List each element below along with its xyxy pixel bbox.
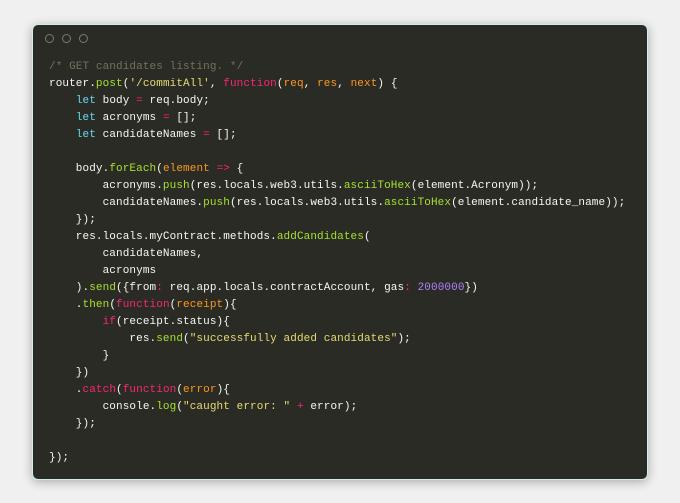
tok: catch	[83, 384, 117, 396]
tok: candidateNames,	[49, 248, 203, 260]
tok	[49, 129, 76, 141]
tok: (res.locals.web3.utils.	[190, 180, 344, 192]
tok: forEach	[109, 163, 156, 175]
tok: ).	[49, 282, 89, 294]
tok: candidateNames	[96, 129, 203, 141]
tok: router	[49, 78, 89, 90]
tok: if	[103, 316, 116, 328]
tok	[49, 316, 103, 328]
tok: +	[297, 401, 304, 413]
tok	[49, 95, 76, 107]
tok: );	[397, 333, 410, 345]
tok: send	[89, 282, 116, 294]
tok: req.body;	[143, 95, 210, 107]
tok: .	[89, 78, 96, 90]
tok: });	[49, 418, 96, 430]
tok: let	[76, 129, 96, 141]
code-comment: /* GET candidates listing. */	[49, 61, 243, 73]
tok: (	[277, 78, 284, 90]
tok: :	[404, 282, 411, 294]
traffic-light-minimize-icon[interactable]	[62, 34, 71, 43]
tok: ({from	[116, 282, 156, 294]
tok: (	[156, 163, 163, 175]
tok: console.	[49, 401, 156, 413]
tok: })	[465, 282, 478, 294]
tok: asciiToHex	[384, 197, 451, 209]
tok: req.app.locals.contractAccount, gas	[163, 282, 404, 294]
tok: error	[183, 384, 217, 396]
code-snippet: /* GET candidates listing. */ router.pos…	[33, 53, 647, 477]
tok: let	[76, 112, 96, 124]
tok: send	[156, 333, 183, 345]
tok	[210, 163, 217, 175]
tok: acronyms	[49, 265, 156, 277]
tok: =>	[217, 163, 230, 175]
tok: .	[49, 384, 83, 396]
window-titlebar	[33, 25, 647, 53]
tok: res.	[49, 333, 156, 345]
tok: (	[116, 384, 123, 396]
tok: [];	[170, 112, 197, 124]
tok: next	[351, 78, 378, 90]
tok: ,	[304, 78, 317, 90]
tok: "successfully added candidates"	[190, 333, 398, 345]
tok: (element.candidate_name));	[451, 197, 625, 209]
tok: push	[163, 180, 190, 192]
tok: [];	[210, 129, 237, 141]
tok: let	[76, 95, 96, 107]
tok: (	[183, 333, 190, 345]
tok: error);	[304, 401, 358, 413]
tok: {	[230, 163, 243, 175]
tok: then	[83, 299, 110, 311]
tok: function	[116, 299, 170, 311]
code-window: /* GET candidates listing. */ router.pos…	[32, 24, 648, 480]
tok: =	[203, 129, 210, 141]
tok: acronyms	[96, 112, 163, 124]
tok: acronyms.	[49, 180, 163, 192]
tok: })	[49, 367, 89, 379]
tok: post	[96, 78, 123, 90]
tok: (element.Acronym));	[411, 180, 538, 192]
traffic-light-close-icon[interactable]	[45, 34, 54, 43]
tok: .	[49, 299, 83, 311]
tok: asciiToHex	[344, 180, 411, 192]
tok: :	[156, 282, 163, 294]
tok: receipt	[176, 299, 223, 311]
tok: }	[49, 350, 109, 362]
tok: (	[364, 231, 371, 243]
tok: addCandidates	[277, 231, 364, 243]
tok: ) {	[377, 78, 397, 90]
tok: function	[123, 384, 177, 396]
tok: body	[96, 95, 136, 107]
tok: push	[203, 197, 230, 209]
tok: element	[163, 163, 210, 175]
tok	[49, 112, 76, 124]
tok: ){	[223, 299, 236, 311]
tok: ){	[217, 384, 230, 396]
tok: (receipt.status){	[116, 316, 230, 328]
tok: '/commitAll'	[129, 78, 209, 90]
tok: function	[223, 78, 277, 90]
tok: log	[156, 401, 176, 413]
tok	[411, 282, 418, 294]
tok: candidateNames.	[49, 197, 203, 209]
traffic-light-zoom-icon[interactable]	[79, 34, 88, 43]
tok: 2000000	[418, 282, 465, 294]
tok: "caught error: "	[183, 401, 290, 413]
tok: =	[163, 112, 170, 124]
tok: req	[284, 78, 304, 90]
tok: (res.locals.web3.utils.	[230, 197, 384, 209]
tok: body.	[49, 163, 109, 175]
tok: res	[317, 78, 337, 90]
tok	[290, 401, 297, 413]
tok: =	[136, 95, 143, 107]
tok: ,	[210, 78, 223, 90]
tok: res.locals.myContract.methods.	[49, 231, 277, 243]
tok: });	[49, 214, 96, 226]
tok: ,	[337, 78, 350, 90]
tok: });	[49, 452, 69, 464]
